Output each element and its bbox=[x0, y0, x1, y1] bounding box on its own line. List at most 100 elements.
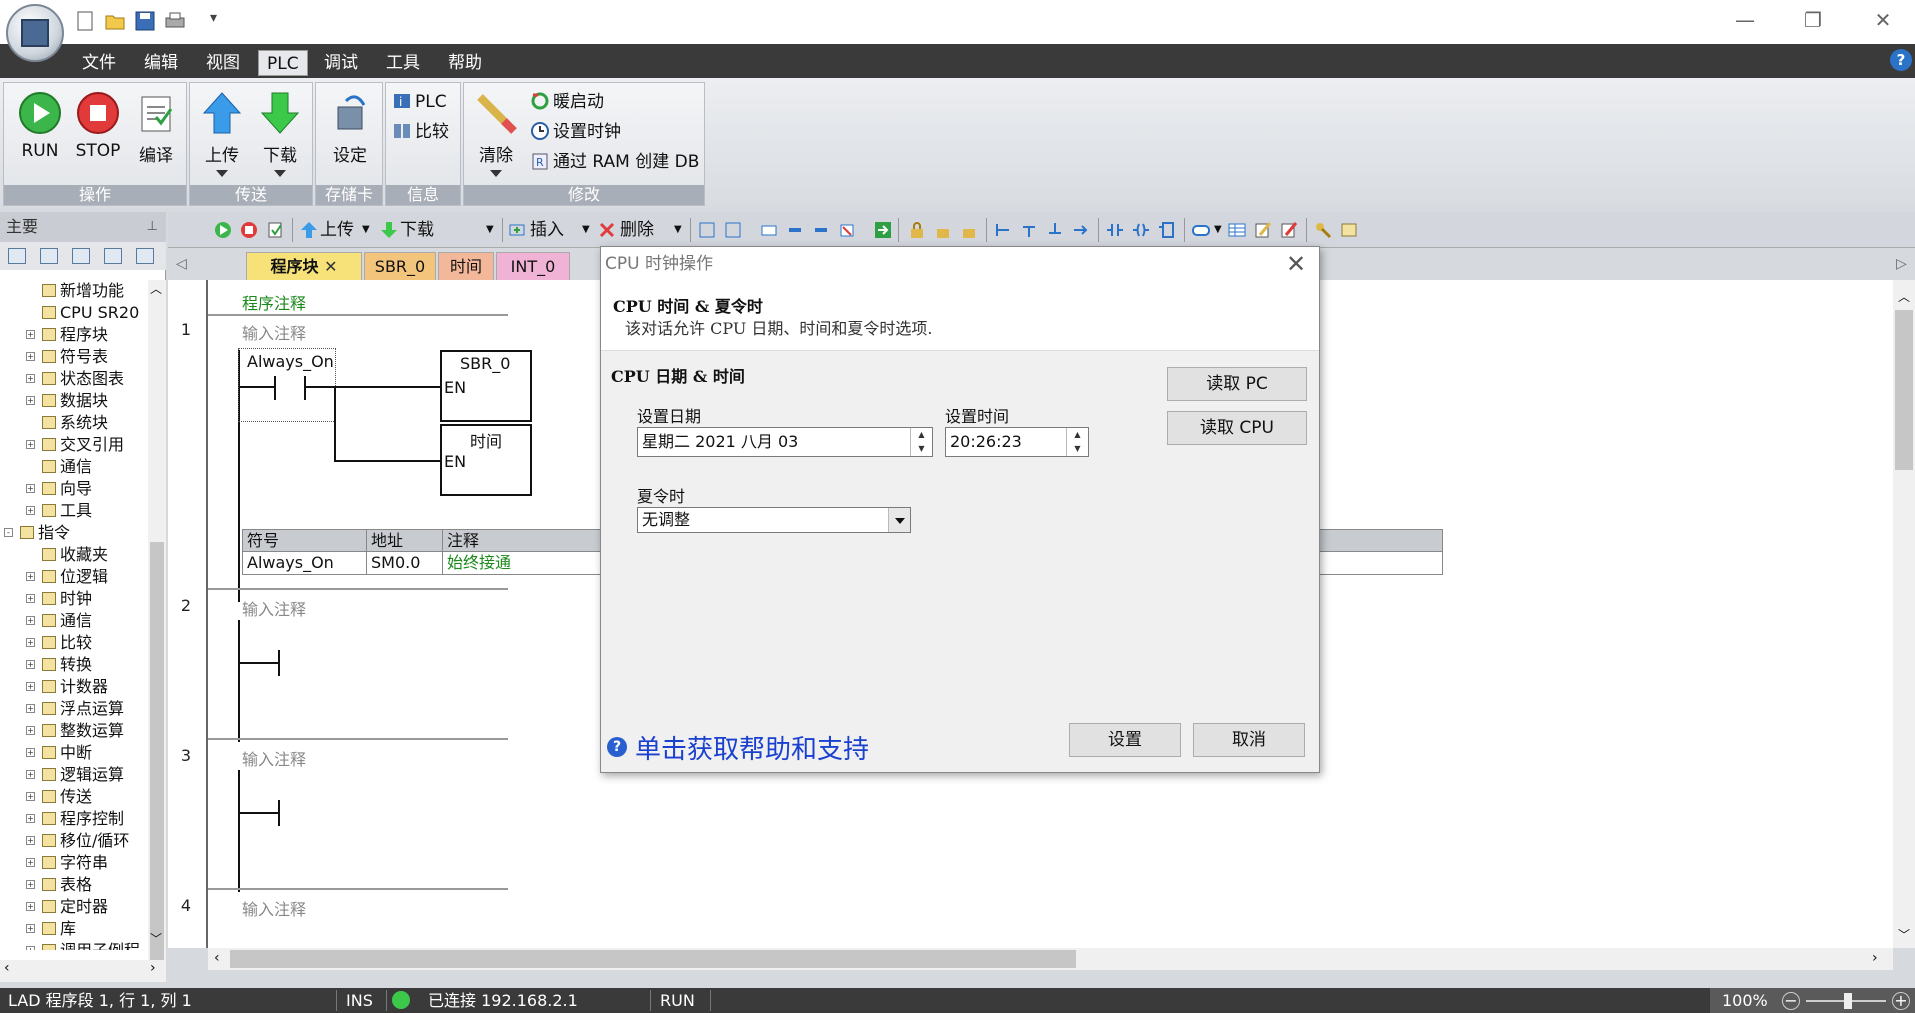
network-icon[interactable] bbox=[724, 221, 742, 239]
zoom-slider-thumb[interactable] bbox=[1844, 993, 1852, 1009]
spin-down-icon[interactable]: ▼ bbox=[911, 442, 932, 456]
expand-icon[interactable]: + bbox=[26, 924, 35, 933]
tree-item[interactable]: + 位逻辑 bbox=[0, 566, 148, 588]
expand-icon[interactable]: + bbox=[26, 726, 35, 735]
expand-icon[interactable]: + bbox=[26, 572, 35, 581]
restore-icon[interactable]: ❐ bbox=[1793, 8, 1833, 32]
tree-item[interactable]: + 调用子例程 bbox=[0, 940, 148, 950]
expand-icon[interactable]: + bbox=[26, 880, 35, 889]
time-call-box[interactable]: 时间 EN bbox=[440, 424, 532, 496]
view-icon-1[interactable] bbox=[8, 248, 26, 264]
compare-button[interactable]: 比较 bbox=[392, 119, 449, 145]
tree-item[interactable]: + 交叉引用 bbox=[0, 434, 148, 456]
scroll-right-icon[interactable]: › bbox=[150, 960, 156, 976]
download-button[interactable]: 下载 bbox=[254, 91, 306, 177]
tree-item[interactable]: - 指令 bbox=[0, 522, 148, 544]
tab-sbr0[interactable]: SBR_0 bbox=[364, 252, 436, 280]
new-file-icon[interactable] bbox=[74, 10, 96, 32]
time-picker[interactable]: 20:26:23 ▲ ▼ bbox=[945, 427, 1089, 457]
delete-button[interactable]: 删除 bbox=[620, 219, 654, 241]
tab-scroll-right-icon[interactable]: ▷ bbox=[1896, 256, 1907, 272]
symbol-table-icon[interactable] bbox=[1228, 221, 1246, 239]
network-comment[interactable]: 输入注释 bbox=[242, 746, 306, 770]
scroll-up-icon[interactable]: ︿ bbox=[1898, 288, 1910, 305]
close-icon[interactable]: ✕ bbox=[1281, 249, 1311, 279]
unlock-icon[interactable] bbox=[934, 221, 952, 239]
chevron-down-icon[interactable]: ▼ bbox=[486, 219, 494, 241]
compile-button[interactable]: 编译 bbox=[130, 91, 182, 166]
pin-icon[interactable]: ⊥ bbox=[147, 212, 158, 242]
cell-address[interactable]: SM0.0 bbox=[367, 552, 443, 574]
dst-value[interactable]: 无调整 bbox=[642, 510, 690, 529]
close-tab-icon[interactable]: ✕ bbox=[324, 257, 337, 276]
chevron-down-icon[interactable]: ▼ bbox=[1214, 219, 1222, 241]
tree-item[interactable]: + 库 bbox=[0, 918, 148, 940]
view-icon-5[interactable] bbox=[136, 248, 154, 264]
program-comment[interactable]: 程序注释 bbox=[242, 290, 306, 314]
coil-icon[interactable] bbox=[1132, 221, 1150, 239]
compile-icon[interactable] bbox=[266, 221, 284, 239]
expand-icon[interactable]: + bbox=[26, 858, 35, 867]
tree-item[interactable]: + 工具 bbox=[0, 500, 148, 522]
close-window-icon[interactable]: ✕ bbox=[1863, 8, 1903, 32]
help-link[interactable]: 单击获取帮助和支持 bbox=[635, 729, 869, 766]
clear-button[interactable]: 清除 bbox=[470, 91, 522, 177]
tree-item[interactable]: 系统块 bbox=[0, 412, 148, 434]
branch-down-icon[interactable] bbox=[1020, 221, 1038, 239]
tab-program-block[interactable]: 程序块 ✕ bbox=[246, 252, 362, 280]
zoom-in-icon[interactable]: + bbox=[1892, 992, 1910, 1010]
tree-item[interactable]: 收藏夹 bbox=[0, 544, 148, 566]
expand-icon[interactable]: + bbox=[26, 902, 35, 911]
set-clock-button[interactable]: 设置时钟 bbox=[530, 119, 621, 145]
tree-horizontal-scrollbar[interactable]: ‹ › bbox=[0, 960, 166, 982]
contact-icon[interactable] bbox=[1106, 221, 1124, 239]
memory-card-set-button[interactable]: 设定 bbox=[322, 91, 378, 166]
tree-item[interactable]: + 传送 bbox=[0, 786, 148, 808]
tree-item[interactable]: + 浮点运算 bbox=[0, 698, 148, 720]
view-icon-3[interactable] bbox=[72, 248, 90, 264]
go-to-icon[interactable] bbox=[874, 221, 892, 239]
tree-scroll-thumb[interactable] bbox=[150, 542, 164, 962]
tree-item[interactable]: + 程序块 bbox=[0, 324, 148, 346]
tree-item[interactable]: + 计数器 bbox=[0, 676, 148, 698]
tree-item[interactable]: + 定时器 bbox=[0, 896, 148, 918]
edit-icon[interactable] bbox=[1280, 221, 1298, 239]
expand-icon[interactable]: + bbox=[26, 638, 35, 647]
network-comment[interactable]: 输入注释 bbox=[242, 596, 306, 620]
tree-item[interactable]: + 程序控制 bbox=[0, 808, 148, 830]
print-icon[interactable] bbox=[164, 10, 186, 32]
tree-item[interactable]: 新增功能 bbox=[0, 280, 148, 302]
tree-item[interactable]: + 移位/循环 bbox=[0, 830, 148, 852]
create-db-from-ram-button[interactable]: R 通过 RAM 创建 DB bbox=[530, 149, 699, 175]
insert-icon[interactable] bbox=[508, 221, 526, 239]
dst-select[interactable]: 无调整 bbox=[637, 507, 911, 533]
expand-icon[interactable]: + bbox=[26, 374, 35, 383]
network-icon[interactable] bbox=[698, 221, 716, 239]
menu-debug[interactable]: 调试 bbox=[316, 50, 366, 76]
delete-icon[interactable] bbox=[598, 221, 616, 239]
clear-bookmark-icon[interactable] bbox=[838, 221, 856, 239]
upload-button[interactable]: 上传 bbox=[320, 219, 354, 241]
tree-item[interactable]: + 中断 bbox=[0, 742, 148, 764]
expand-icon[interactable]: + bbox=[26, 814, 35, 823]
menu-plc[interactable]: PLC bbox=[258, 50, 308, 76]
minimize-icon[interactable]: — bbox=[1725, 8, 1765, 32]
date-picker[interactable]: 星期二 2021 八月 03 ▲ ▼ bbox=[637, 427, 933, 457]
tree-item[interactable]: + 整数运算 bbox=[0, 720, 148, 742]
expand-icon[interactable]: + bbox=[26, 484, 35, 493]
branch-icon[interactable] bbox=[994, 221, 1012, 239]
edit-icon[interactable] bbox=[1254, 221, 1272, 239]
scroll-down-icon[interactable]: ﹀ bbox=[1898, 926, 1910, 943]
expand-icon[interactable]: + bbox=[26, 330, 35, 339]
tree-item[interactable]: + 表格 bbox=[0, 874, 148, 896]
expand-icon[interactable]: + bbox=[26, 748, 35, 757]
properties-icon[interactable] bbox=[1340, 221, 1358, 239]
sbr0-call-box[interactable]: SBR_0 EN bbox=[440, 350, 532, 422]
scroll-right-icon[interactable]: › bbox=[1872, 950, 1878, 966]
stop-button[interactable]: STOP bbox=[72, 91, 124, 161]
download-arrow-icon[interactable] bbox=[380, 221, 398, 239]
spin-up-icon[interactable]: ▲ bbox=[1067, 428, 1088, 442]
save-icon[interactable] bbox=[134, 10, 156, 32]
tree-item[interactable]: + 比较 bbox=[0, 632, 148, 654]
time-value[interactable]: 20:26:23 bbox=[950, 432, 1022, 451]
